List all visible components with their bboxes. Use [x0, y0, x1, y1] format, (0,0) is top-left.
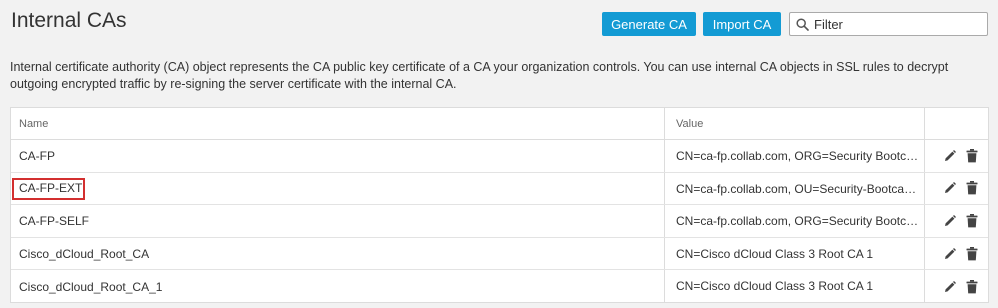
row-value: CN=ca-fp.collab.com, ORG=Security Bootca…	[665, 140, 925, 172]
row-actions	[925, 140, 988, 172]
table-row[interactable]: CA-FP CN=ca-fp.collab.com, ORG=Security …	[11, 140, 988, 173]
table-row[interactable]: Cisco_dCloud_Root_CA CN=Cisco dCloud Cla…	[11, 237, 988, 271]
trash-icon[interactable]	[965, 279, 979, 294]
internal-ca-table: Name Value CA-FP CN=ca-fp.collab.com, OR…	[10, 107, 989, 303]
row-name[interactable]: Cisco_dCloud_Root_CA	[19, 247, 149, 261]
pencil-icon[interactable]	[943, 280, 957, 294]
page-title: Internal CAs	[11, 9, 127, 32]
row-actions	[925, 238, 988, 270]
row-name-cell: Cisco_dCloud_Root_CA_1	[11, 270, 665, 303]
pencil-icon[interactable]	[943, 149, 957, 163]
trash-icon[interactable]	[965, 213, 979, 228]
row-name-cell: CA-FP	[11, 140, 665, 172]
generate-ca-button[interactable]: Generate CA	[602, 12, 696, 36]
column-header-value[interactable]: Value	[665, 108, 925, 139]
trash-icon[interactable]	[965, 148, 979, 163]
row-value: CN=ca-fp.collab.com, OU=Security-Bootcam…	[665, 172, 925, 205]
pencil-icon[interactable]	[943, 247, 957, 261]
trash-icon[interactable]	[965, 246, 979, 261]
row-name-cell: CA-FP-EXT	[11, 172, 665, 205]
row-actions	[925, 205, 988, 237]
column-header-name[interactable]: Name	[11, 108, 665, 139]
search-icon	[796, 17, 809, 31]
row-value: CN=Cisco dCloud Class 3 Root CA 1	[665, 237, 925, 270]
row-actions	[925, 270, 988, 303]
column-header-actions	[925, 108, 988, 139]
table-row[interactable]: CA-FP-EXT CN=ca-fp.collab.com, OU=Securi…	[11, 172, 988, 206]
row-name[interactable]: CA-FP-SELF	[19, 214, 89, 228]
row-name[interactable]: CA-FP	[19, 149, 55, 163]
pencil-icon[interactable]	[943, 214, 957, 228]
description-text: Internal certificate authority (CA) obje…	[10, 60, 949, 91]
trash-icon[interactable]	[965, 181, 979, 195]
table-header: Name Value	[11, 108, 988, 140]
table-row[interactable]: CA-FP-SELF CN=ca-fp.collab.com, ORG=Secu…	[11, 205, 988, 238]
table-row[interactable]: Cisco_dCloud_Root_CA_1 CN=Cisco dCloud C…	[11, 270, 988, 303]
row-name-cell: Cisco_dCloud_Root_CA	[11, 237, 665, 270]
filter-box[interactable]	[789, 12, 988, 36]
row-actions	[925, 173, 988, 205]
highlight-box	[12, 177, 85, 200]
table-body: CA-FP CN=ca-fp.collab.com, ORG=Security …	[11, 140, 988, 303]
row-name-cell: CA-FP-SELF	[11, 205, 665, 237]
row-value: CN=Cisco dCloud Class 3 Root CA 1	[665, 270, 925, 303]
import-ca-button[interactable]: Import CA	[703, 12, 781, 36]
pencil-icon[interactable]	[943, 181, 957, 195]
row-name[interactable]: Cisco_dCloud_Root_CA_1	[19, 280, 162, 294]
filter-input[interactable]	[814, 16, 984, 32]
row-value: CN=ca-fp.collab.com, ORG=Security Bootca…	[665, 205, 925, 237]
